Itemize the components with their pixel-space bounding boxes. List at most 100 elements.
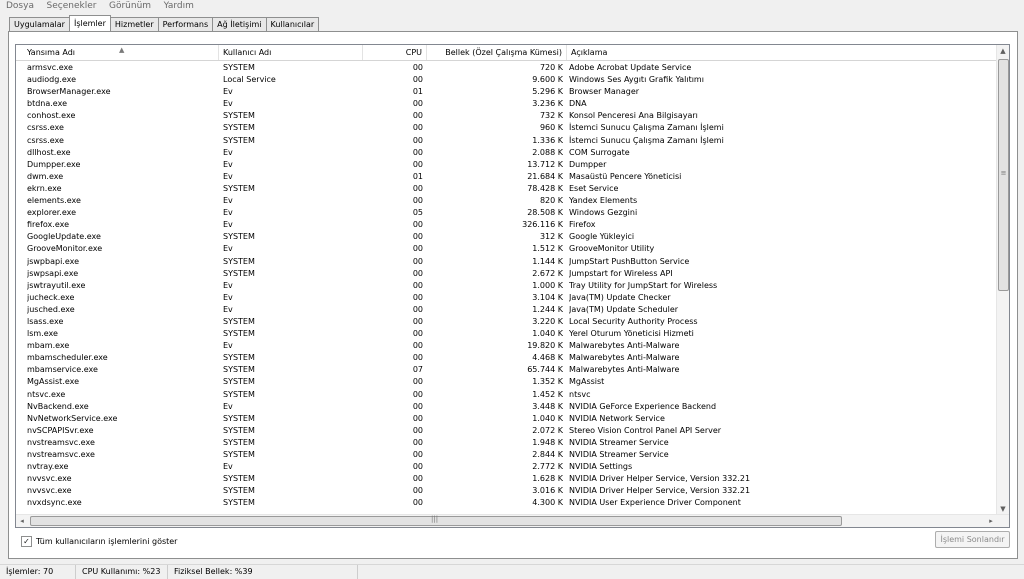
table-row[interactable]: armsvc.exe SYSTEM 00 720 K Adobe Acrobat Upd…	[16, 62, 996, 74]
cell-description: NVIDIA Settings	[569, 462, 633, 472]
cell-memory: 9.600 K	[532, 75, 563, 85]
table-row[interactable]: csrss.exe SYSTEM 00 1.336 K İstemci Sunucu Ç…	[16, 135, 996, 147]
table-row[interactable]: BrowserManager.exe Ev 01 5.296 K Browser Man…	[16, 86, 996, 98]
table-row[interactable]: elements.exe Ev 00 820 K Yandex Elements	[16, 195, 996, 207]
table-row[interactable]: conhost.exe SYSTEM 00 732 K Konsol Penceresi…	[16, 110, 996, 122]
menu-help[interactable]: Yardım	[158, 0, 198, 11]
cell-description: Malwarebytes Anti-Malware	[569, 341, 680, 351]
cell-user-name: SYSTEM	[223, 389, 255, 399]
table-row[interactable]: nvvsvc.exe SYSTEM 00 3.016 K NVIDIA Driver H…	[16, 485, 996, 497]
cell-memory: 4.468 K	[532, 353, 563, 363]
menu-options[interactable]: Seçenekler	[41, 0, 101, 11]
cell-memory: 2.844 K	[532, 450, 563, 459]
process-list[interactable]: ▲ Yansıma Adı Kullanıcı Adı CPU Bellek (…	[15, 44, 1010, 528]
table-row[interactable]: ekrn.exe SYSTEM 00 78.428 K Eset Service	[16, 183, 996, 195]
cell-user-name: SYSTEM	[223, 268, 255, 278]
table-row[interactable]: jusched.exe Ev 00 1.244 K Java(TM) Update Sc…	[16, 304, 996, 316]
tab-applications[interactable]: Uygulamalar	[9, 17, 70, 31]
menu-view[interactable]: Görünüm	[103, 0, 155, 11]
cell-description: COM Surrogate	[569, 147, 630, 157]
table-row[interactable]: lsm.exe SYSTEM 00 1.040 K Yerel Oturum Yönet…	[16, 328, 996, 340]
status-process-count: İşlemler: 70	[0, 565, 76, 579]
cell-description: Google Yükleyici	[569, 232, 635, 242]
table-row[interactable]: mbam.exe Ev 00 19.820 K Malwarebytes Anti-Ma…	[16, 340, 996, 352]
table-row[interactable]: NvBackend.exe Ev 00 3.448 K NVIDIA GeForce E…	[16, 401, 996, 413]
cell-description: Eset Service	[569, 183, 619, 193]
cell-image-name: jswpsapi.exe	[27, 268, 79, 278]
horizontal-scroll-thumb[interactable]: |||	[30, 515, 842, 526]
table-row[interactable]: Dumpper.exe Ev 00 13.712 K Dumpper	[16, 159, 996, 171]
cell-cpu: 00	[412, 147, 423, 157]
cell-description: Tray Utility for JumpStart for Wireless	[569, 280, 718, 290]
scroll-right-arrow-icon[interactable]: ▸	[985, 515, 997, 527]
cell-cpu: 00	[412, 111, 423, 121]
cell-image-name: nvstreamsvc.exe	[27, 437, 95, 447]
table-row[interactable]: csrss.exe SYSTEM 00 960 K İstemci Sunucu Çal…	[16, 122, 996, 134]
cell-user-name: SYSTEM	[223, 316, 255, 326]
table-row[interactable]: audiodg.exe Local Service 00 9.600 K Windows…	[16, 74, 996, 86]
column-header-description[interactable]: Açıklama	[567, 45, 996, 60]
vertical-scroll-thumb[interactable]: ≡	[998, 59, 1009, 291]
table-row[interactable]: nvstreamsvc.exe SYSTEM 00 2.844 K NVIDIA Str…	[16, 449, 996, 461]
table-row[interactable]: jswpsapi.exe SYSTEM 00 2.672 K Jumpstart for…	[16, 268, 996, 280]
show-all-users-label[interactable]: Tüm kullanıcıların işlemlerini göster	[36, 537, 177, 546]
cell-user-name: Ev	[223, 220, 233, 230]
table-row[interactable]: firefox.exe Ev 00 326.116 K Firefox	[16, 219, 996, 231]
table-row[interactable]: btdna.exe Ev 00 3.236 K DNA	[16, 98, 996, 110]
table-row[interactable]: nvxdsync.exe SYSTEM 00 4.300 K NVIDIA User E…	[16, 497, 996, 509]
table-row[interactable]: mbamscheduler.exe SYSTEM 00 4.468 K Malwareb…	[16, 352, 996, 364]
cell-image-name: jucheck.exe	[27, 292, 75, 302]
table-row[interactable]: NvNetworkService.exe SYSTEM 00 1.040 K NVIDI…	[16, 413, 996, 425]
table-row[interactable]: ntsvc.exe SYSTEM 00 1.452 K ntsvc	[16, 389, 996, 401]
table-row[interactable]: nvtray.exe Ev 00 2.772 K NVIDIA Settings	[16, 461, 996, 473]
cell-user-name: SYSTEM	[223, 498, 255, 508]
table-row[interactable]: GrooveMonitor.exe Ev 00 1.512 K GrooveMonito…	[16, 243, 996, 255]
cell-memory: 1.336 K	[532, 135, 563, 145]
table-row[interactable]: MgAssist.exe SYSTEM 00 1.352 K MgAssist	[16, 376, 996, 388]
cell-memory: 1.512 K	[532, 244, 563, 254]
cell-cpu: 00	[412, 486, 423, 496]
table-row[interactable]: lsass.exe SYSTEM 00 3.220 K Local Security A…	[16, 316, 996, 328]
cell-user-name: Ev	[223, 341, 233, 351]
table-row[interactable]: nvvsvc.exe SYSTEM 00 1.628 K NVIDIA Driver H…	[16, 473, 996, 485]
tab-performance[interactable]: Performans	[157, 17, 214, 31]
end-process-button[interactable]: İşlemi Sonlandır	[935, 531, 1010, 548]
table-row[interactable]: dllhost.exe Ev 00 2.088 K COM Surrogate	[16, 147, 996, 159]
tab-networking[interactable]: Ağ İletişimi	[212, 17, 267, 31]
table-row[interactable]: jucheck.exe Ev 00 3.104 K Java(TM) Update Ch…	[16, 292, 996, 304]
cell-cpu: 00	[412, 292, 423, 302]
tab-users[interactable]: Kullanıcılar	[265, 17, 320, 31]
cell-user-name: SYSTEM	[223, 183, 255, 193]
horizontal-scrollbar[interactable]: ◂ ||| ▸	[16, 514, 1009, 527]
cell-image-name: MgAssist.exe	[27, 377, 80, 387]
table-row[interactable]: jswtrayutil.exe Ev 00 1.000 K Tray Utility f…	[16, 280, 996, 292]
cell-memory: 2.072 K	[532, 425, 563, 435]
cell-image-name: nvvsvc.exe	[27, 474, 72, 484]
column-header-cpu[interactable]: CPU	[363, 45, 427, 60]
menu-file[interactable]: Dosya	[0, 0, 38, 11]
tab-processes[interactable]: İşlemler	[68, 15, 111, 31]
cell-user-name: Local Service	[223, 75, 276, 85]
column-header-user-name[interactable]: Kullanıcı Adı	[219, 45, 363, 60]
sort-up-arrow-icon: ▲	[119, 46, 125, 54]
scroll-left-arrow-icon[interactable]: ◂	[16, 515, 28, 527]
table-row[interactable]: explorer.exe Ev 05 28.508 K Windows Gezgini	[16, 207, 996, 219]
column-header-memory[interactable]: Bellek (Özel Çalışma Kümesi)	[427, 45, 567, 60]
table-row[interactable]: dwm.exe Ev 01 21.684 K Masaüstü Pencere Yöne…	[16, 171, 996, 183]
scroll-up-arrow-icon[interactable]: ▲	[997, 45, 1009, 57]
tab-services[interactable]: Hizmetler	[109, 17, 159, 31]
table-row[interactable]: nvSCPAPISvr.exe SYSTEM 00 2.072 K Stereo Vis…	[16, 425, 996, 437]
table-row[interactable]: mbamservice.exe SYSTEM 07 65.744 K Malwareby…	[16, 364, 996, 376]
cell-description: NVIDIA GeForce Experience Backend	[569, 401, 717, 411]
show-all-users-checkbox[interactable]: ✓	[21, 535, 32, 547]
vertical-scrollbar[interactable]: ▲ ≡ ▼	[996, 45, 1009, 515]
table-row[interactable]: nvstreamsvc.exe SYSTEM 00 1.948 K NVIDIA Str…	[16, 437, 996, 449]
show-all-users-option[interactable]: ✓ Tüm kullanıcıların işlemlerini göster	[21, 535, 177, 547]
column-header-image-name[interactable]: ▲ Yansıma Adı	[16, 45, 219, 60]
table-row[interactable]: GoogleUpdate.exe SYSTEM 00 312 K Google Yükl…	[16, 231, 996, 243]
cell-user-name: Ev	[223, 171, 233, 181]
cell-user-name: SYSTEM	[223, 329, 255, 339]
cell-description: NVIDIA Driver Helper Service, Version 33…	[569, 486, 751, 496]
cell-cpu: 00	[412, 268, 423, 278]
table-row[interactable]: jswpbapi.exe SYSTEM 00 1.144 K JumpStart Pus…	[16, 256, 996, 268]
